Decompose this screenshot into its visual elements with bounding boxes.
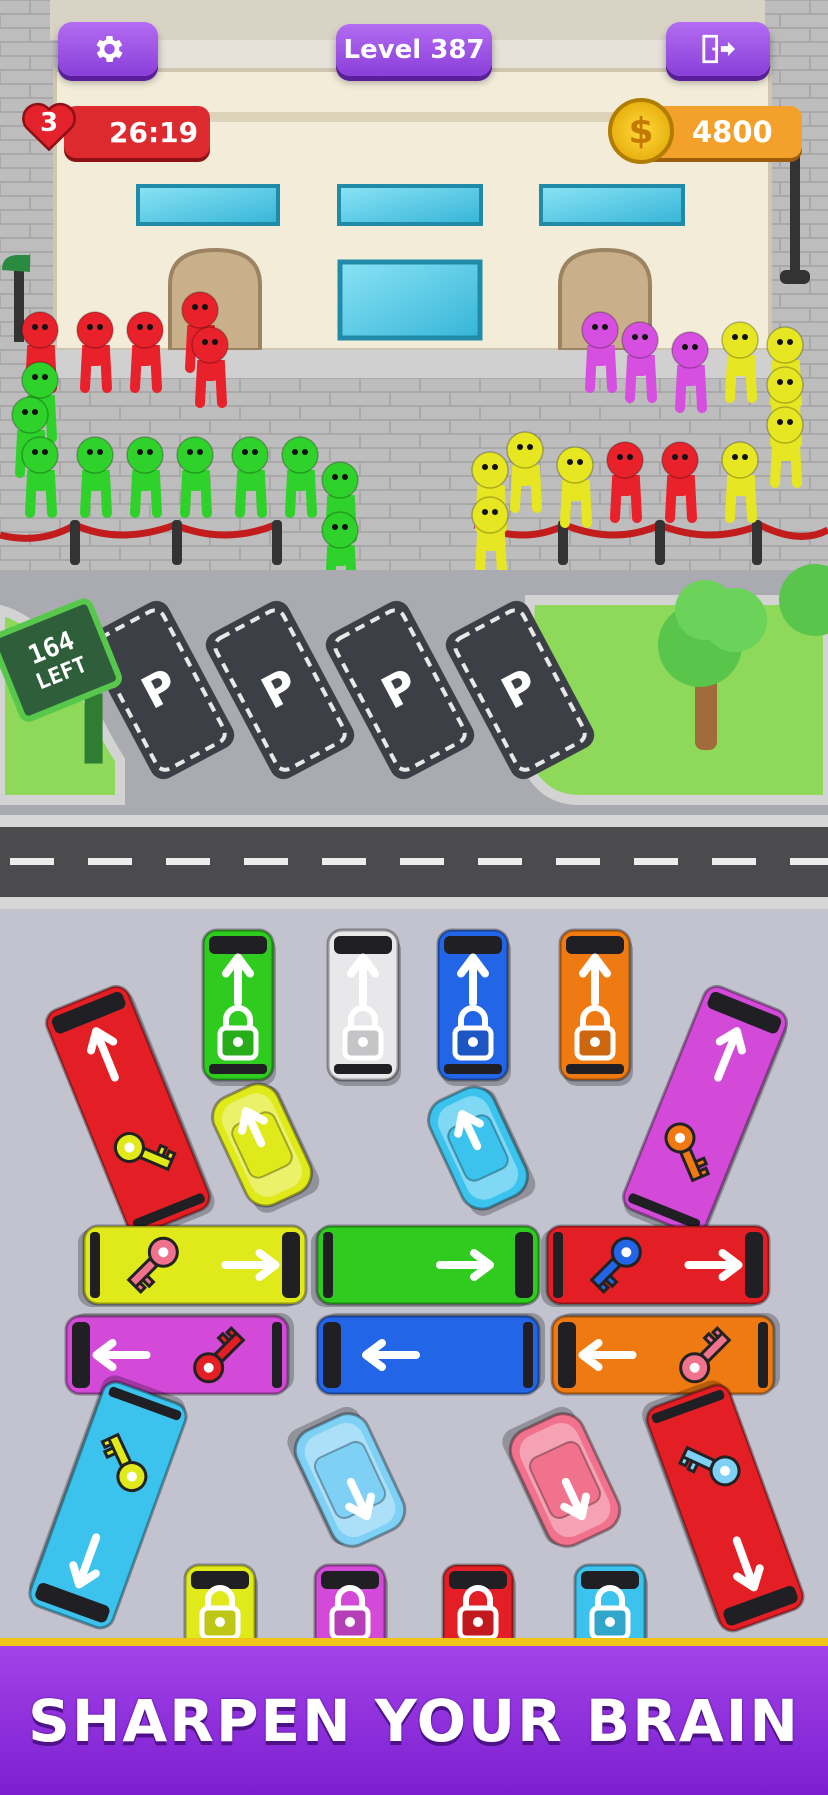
level-label: Level 387 [343,35,485,65]
coins-count: 4800 [692,115,773,149]
exit-button[interactable] [666,22,770,76]
green-van[interactable] [201,928,276,1086]
white-van[interactable] [326,928,401,1086]
lives-heart: 3 [18,94,80,156]
blue-bus[interactable] [315,1313,545,1396]
game-scene: PPPP [0,0,828,1661]
lives-count: 3 [39,108,59,138]
gear-icon [96,35,123,63]
exit-door-icon [702,34,735,64]
red-bus[interactable] [541,1224,771,1307]
blue-van[interactable] [436,928,511,1086]
orange-bus[interactable] [550,1313,780,1396]
dollar-coin-icon: $ [628,110,654,152]
level-indicator: Level 387 [336,24,492,76]
lime-bus[interactable] [78,1224,308,1307]
promo-banner: SHARPEN YOUR BRAIN [0,1638,828,1795]
timer-text: 26:19 [109,115,199,149]
promo-banner-text: SHARPEN YOUR BRAIN [28,1686,800,1755]
magenta-bus[interactable] [64,1313,294,1396]
green-bus[interactable] [311,1224,541,1307]
orange-van[interactable] [558,928,633,1086]
timer-panel: 26:19 [64,106,210,158]
settings-button[interactable] [58,22,158,76]
coin-badge: $ [608,98,674,164]
